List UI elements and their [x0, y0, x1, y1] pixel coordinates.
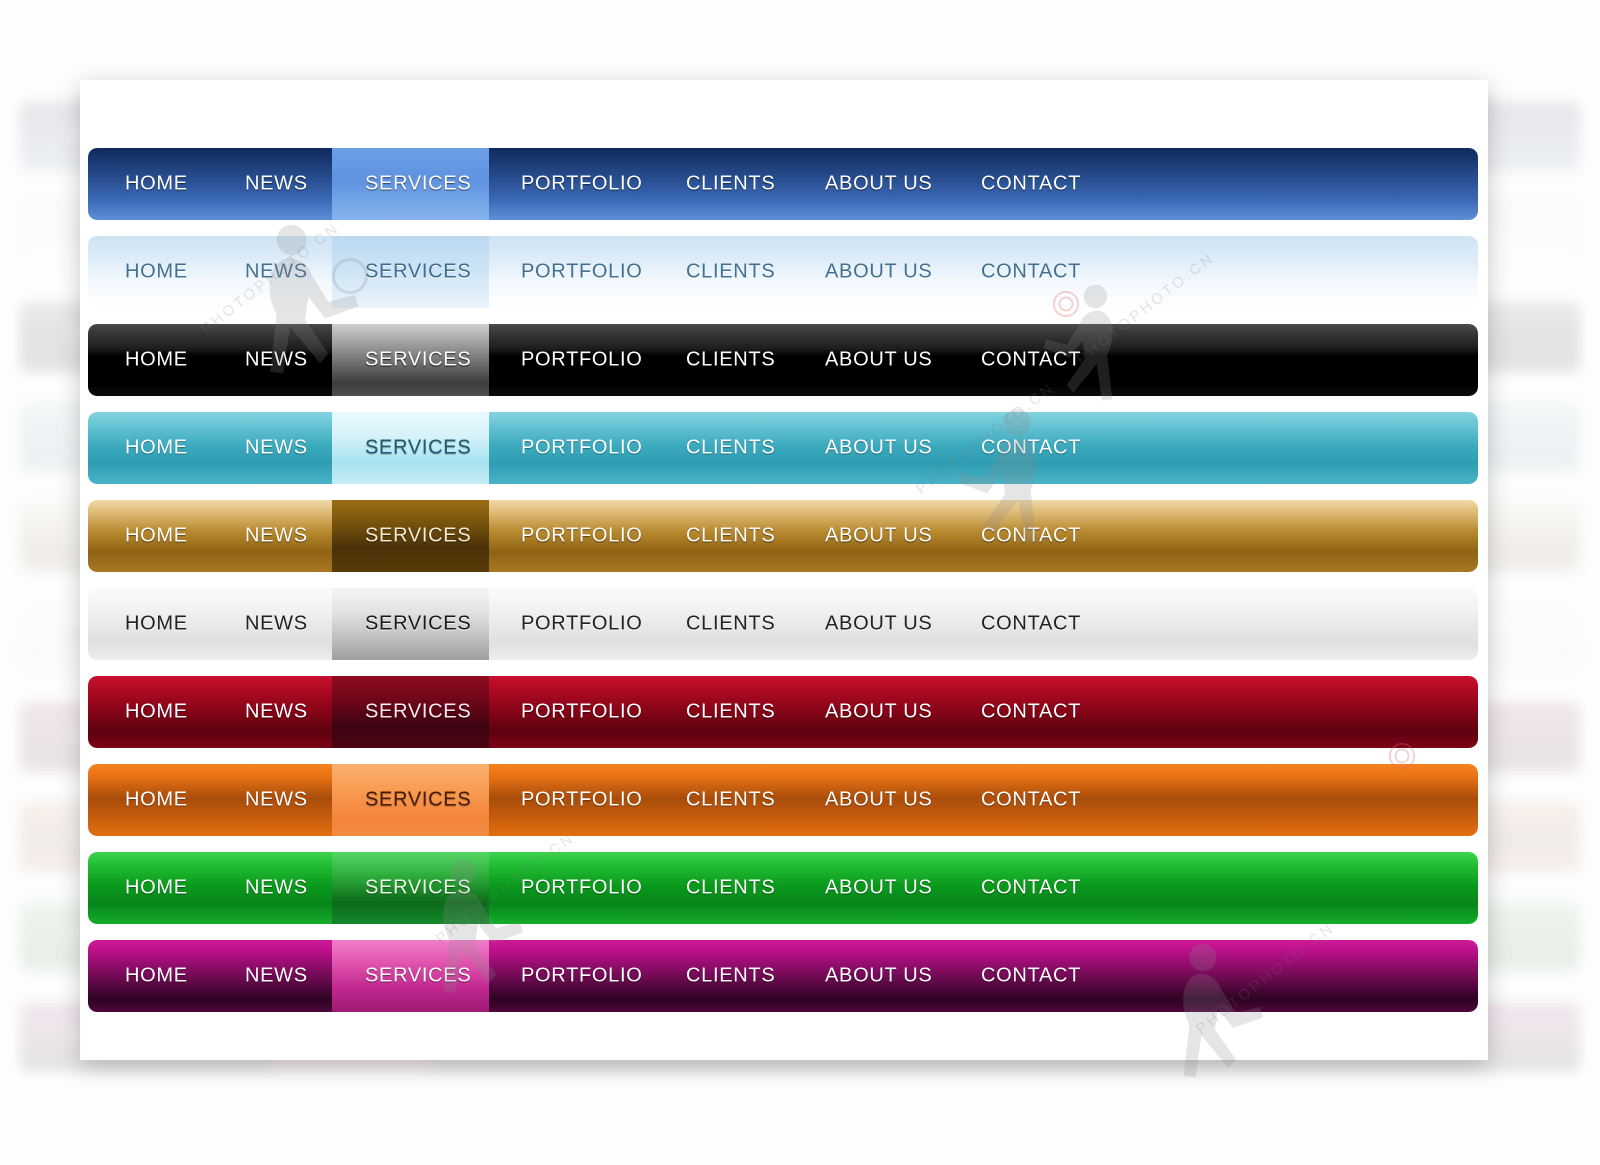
nav-item-about-us[interactable]: ABOUT US: [825, 877, 932, 900]
nav-item-portfolio[interactable]: PORTFOLIO: [521, 261, 643, 284]
nav-item-portfolio[interactable]: PORTFOLIO: [521, 701, 643, 724]
nav-item-portfolio[interactable]: PORTFOLIO: [521, 877, 643, 900]
nav-item-services[interactable]: SERVICES: [365, 349, 471, 372]
nav-item-clients[interactable]: CLIENTS: [686, 789, 775, 812]
nav-item-home[interactable]: HOME: [125, 525, 188, 548]
navbar-gold: HOME NEWS SERVICES PORTFOLIO CLIENTS ABOUT US…: [88, 500, 1478, 572]
nav-item-contact[interactable]: CONTACT: [981, 525, 1081, 548]
nav-item-clients[interactable]: CLIENTS: [686, 701, 775, 724]
navbar-items: HOME NEWS SERVICES PORTFOLIO CLIENTS ABOUT US…: [88, 324, 1478, 396]
content-panel: HOME NEWS SERVICES PORTFOLIO CLIENTS ABOUT US…: [80, 80, 1488, 1060]
nav-item-portfolio[interactable]: PORTFOLIO: [521, 613, 643, 636]
nav-item-news[interactable]: NEWS: [245, 701, 308, 724]
navbar-black: HOME NEWS SERVICES PORTFOLIO CLIENTS ABOUT US…: [88, 324, 1478, 396]
nav-item-about-us[interactable]: ABOUT US: [825, 525, 932, 548]
navbar-red: HOME NEWS SERVICES PORTFOLIO CLIENTS ABOUT US…: [88, 676, 1478, 748]
navbar-collection: HOME NEWS SERVICES PORTFOLIO CLIENTS ABOUT US…: [88, 148, 1480, 1028]
nav-item-news[interactable]: NEWS: [245, 525, 308, 548]
nav-item-contact[interactable]: CONTACT: [981, 173, 1081, 196]
nav-item-news[interactable]: NEWS: [245, 789, 308, 812]
nav-item-portfolio[interactable]: PORTFOLIO: [521, 173, 643, 196]
nav-item-contact[interactable]: CONTACT: [981, 349, 1081, 372]
nav-item-home[interactable]: HOME: [125, 173, 188, 196]
nav-item-portfolio[interactable]: PORTFOLIO: [521, 349, 643, 372]
nav-item-news[interactable]: NEWS: [245, 349, 308, 372]
nav-item-news[interactable]: NEWS: [245, 965, 308, 988]
nav-item-contact[interactable]: CONTACT: [981, 789, 1081, 812]
nav-item-contact[interactable]: CONTACT: [981, 701, 1081, 724]
nav-item-about-us[interactable]: ABOUT US: [825, 789, 932, 812]
nav-item-about-us[interactable]: ABOUT US: [825, 613, 932, 636]
navbar-items: HOME NEWS SERVICES PORTFOLIO CLIENTS ABOUT US…: [88, 588, 1478, 660]
nav-item-portfolio[interactable]: PORTFOLIO: [521, 965, 643, 988]
navbar-light-blue: HOME NEWS SERVICES PORTFOLIO CLIENTS ABOUT US…: [88, 236, 1478, 308]
nav-item-services[interactable]: SERVICES: [365, 437, 471, 460]
nav-item-about-us[interactable]: ABOUT US: [825, 349, 932, 372]
nav-item-clients[interactable]: CLIENTS: [686, 173, 775, 196]
nav-item-contact[interactable]: CONTACT: [981, 965, 1081, 988]
nav-item-news[interactable]: NEWS: [245, 261, 308, 284]
navbar-items: HOME NEWS SERVICES PORTFOLIO CLIENTS ABOUT US…: [88, 500, 1478, 572]
nav-item-about-us[interactable]: ABOUT US: [825, 173, 932, 196]
nav-item-services[interactable]: SERVICES: [365, 525, 471, 548]
nav-item-portfolio[interactable]: PORTFOLIO: [521, 437, 643, 460]
navbar-gray: HOME NEWS SERVICES PORTFOLIO CLIENTS ABOUT US…: [88, 588, 1478, 660]
nav-item-clients[interactable]: CLIENTS: [686, 349, 775, 372]
nav-item-home[interactable]: HOME: [125, 877, 188, 900]
nav-item-services[interactable]: SERVICES: [365, 613, 471, 636]
nav-item-clients[interactable]: CLIENTS: [686, 261, 775, 284]
navbar-items: HOME NEWS SERVICES PORTFOLIO CLIENTS ABOUT US…: [88, 852, 1478, 924]
nav-item-about-us[interactable]: ABOUT US: [825, 701, 932, 724]
navbar-cyan: HOME NEWS SERVICES PORTFOLIO CLIENTS ABOUT US…: [88, 412, 1478, 484]
nav-item-home[interactable]: HOME: [125, 261, 188, 284]
nav-item-clients[interactable]: CLIENTS: [686, 437, 775, 460]
nav-item-news[interactable]: NEWS: [245, 613, 308, 636]
nav-item-services[interactable]: SERVICES: [365, 965, 471, 988]
navbar-orange: HOME NEWS SERVICES PORTFOLIO CLIENTS ABOUT US…: [88, 764, 1478, 836]
nav-item-portfolio[interactable]: PORTFOLIO: [521, 789, 643, 812]
navbar-items: HOME NEWS SERVICES PORTFOLIO CLIENTS ABOUT US…: [88, 236, 1478, 308]
nav-item-contact[interactable]: CONTACT: [981, 261, 1081, 284]
navbar-items: HOME NEWS SERVICES PORTFOLIO CLIENTS ABOUT US…: [88, 676, 1478, 748]
nav-item-news[interactable]: NEWS: [245, 437, 308, 460]
nav-item-portfolio[interactable]: PORTFOLIO: [521, 525, 643, 548]
navbar-blue: HOME NEWS SERVICES PORTFOLIO CLIENTS ABOUT US…: [88, 148, 1478, 220]
nav-item-about-us[interactable]: ABOUT US: [825, 437, 932, 460]
nav-item-clients[interactable]: CLIENTS: [686, 877, 775, 900]
nav-item-news[interactable]: NEWS: [245, 877, 308, 900]
nav-item-home[interactable]: HOME: [125, 789, 188, 812]
nav-item-home[interactable]: HOME: [125, 701, 188, 724]
navbar-items: HOME NEWS SERVICES PORTFOLIO CLIENTS ABOUT US…: [88, 412, 1478, 484]
nav-item-about-us[interactable]: ABOUT US: [825, 965, 932, 988]
navbar-items: HOME NEWS SERVICES PORTFOLIO CLIENTS ABOUT US…: [88, 148, 1478, 220]
nav-item-home[interactable]: HOME: [125, 613, 188, 636]
nav-item-services[interactable]: SERVICES: [365, 789, 471, 812]
nav-item-services[interactable]: SERVICES: [365, 261, 471, 284]
navbar-magenta: HOME NEWS SERVICES PORTFOLIO CLIENTS ABOUT US…: [88, 940, 1478, 1012]
navbar-green: HOME NEWS SERVICES PORTFOLIO CLIENTS ABOUT US…: [88, 852, 1478, 924]
nav-item-home[interactable]: HOME: [125, 965, 188, 988]
nav-item-contact[interactable]: CONTACT: [981, 877, 1081, 900]
nav-item-services[interactable]: SERVICES: [365, 173, 471, 196]
nav-item-clients[interactable]: CLIENTS: [686, 613, 775, 636]
nav-item-services[interactable]: SERVICES: [365, 877, 471, 900]
nav-item-services[interactable]: SERVICES: [365, 701, 471, 724]
nav-item-contact[interactable]: CONTACT: [981, 437, 1081, 460]
nav-item-contact[interactable]: CONTACT: [981, 613, 1081, 636]
nav-item-about-us[interactable]: ABOUT US: [825, 261, 932, 284]
nav-item-clients[interactable]: CLIENTS: [686, 525, 775, 548]
screenshot-stage: HOME NEWS SERVICES PORTFOLIO CLIENTS ABO…: [0, 0, 1600, 1165]
navbar-items: HOME NEWS SERVICES PORTFOLIO CLIENTS ABOUT US…: [88, 764, 1478, 836]
nav-item-home[interactable]: HOME: [125, 349, 188, 372]
navbar-items: HOME NEWS SERVICES PORTFOLIO CLIENTS ABOUT US…: [88, 940, 1478, 1012]
nav-item-news[interactable]: NEWS: [245, 173, 308, 196]
nav-item-clients[interactable]: CLIENTS: [686, 965, 775, 988]
nav-item-home[interactable]: HOME: [125, 437, 188, 460]
